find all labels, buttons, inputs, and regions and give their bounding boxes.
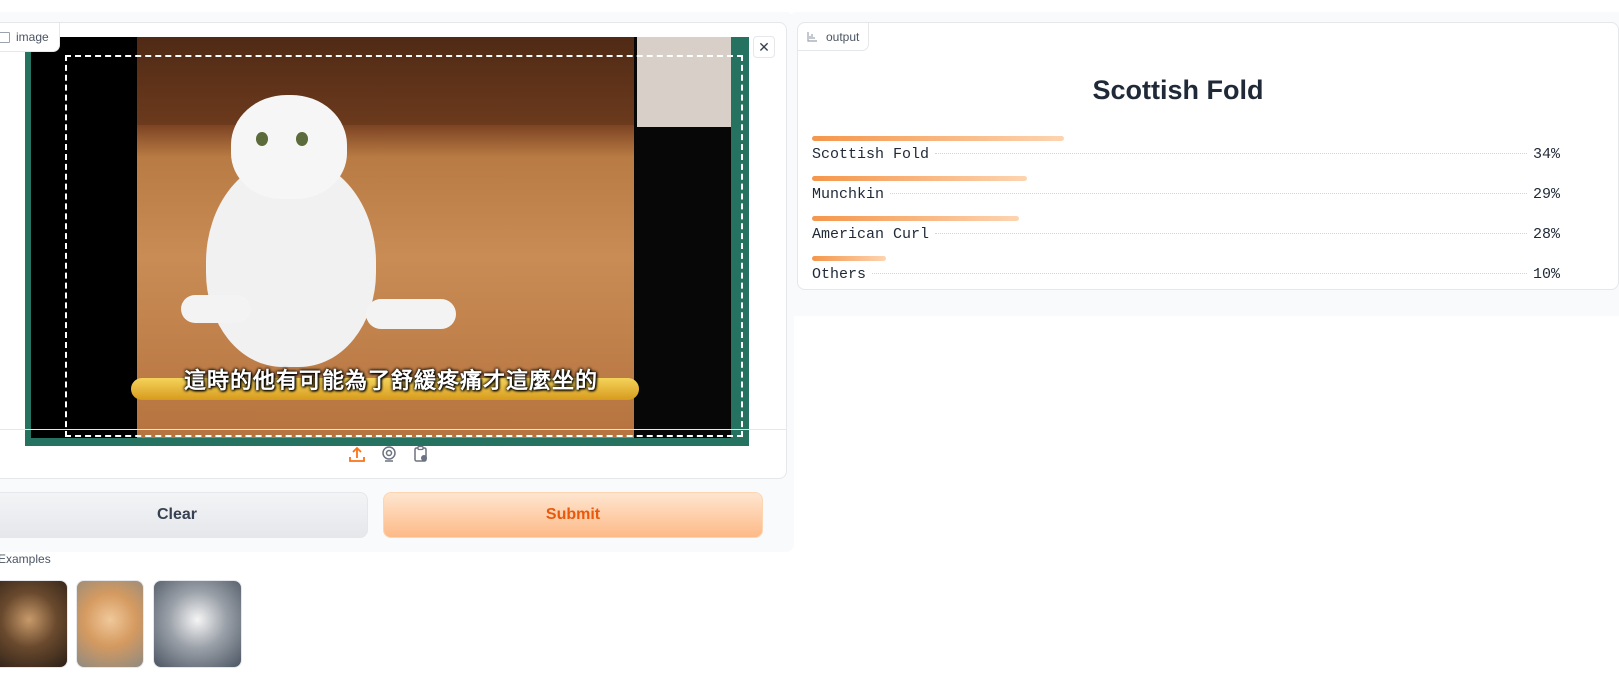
label-output-block: output Scottish Fold Scottish Fold 34% M… <box>797 22 1619 290</box>
confidence-label: Others <box>812 266 867 283</box>
output-label-text: output <box>826 29 860 44</box>
output-block-label: output <box>798 23 870 51</box>
confidence-label: Scottish Fold <box>812 146 930 163</box>
input-panel: image ✕ 這時的他有可能為了舒緩疼痛才這麼坐的 Clear Submit <box>0 12 794 552</box>
confidence-bar <box>812 216 1019 221</box>
webcam-icon[interactable] <box>379 444 399 464</box>
clear-image-button[interactable]: ✕ <box>753 36 775 58</box>
example-thumbnail-maine-coon[interactable] <box>0 580 68 668</box>
close-icon: ✕ <box>758 38 770 55</box>
chart-icon <box>807 32 817 42</box>
dotted-leader <box>890 193 1527 194</box>
confidence-item[interactable]: American Curl 28% <box>812 216 1560 256</box>
dotted-leader <box>935 233 1527 234</box>
confidence-label: American Curl <box>812 226 930 243</box>
clear-button[interactable]: Clear <box>0 492 368 538</box>
example-thumbnail-ragdoll[interactable] <box>153 580 242 668</box>
clipboard-icon[interactable] <box>411 444 431 464</box>
confidence-bar <box>812 136 1064 141</box>
upload-icon[interactable] <box>347 444 367 464</box>
confidence-value: 34% <box>1532 146 1560 163</box>
image-label-text: image <box>16 30 49 44</box>
image-source-toolbar <box>0 429 786 478</box>
confidence-item[interactable]: Others 10% <box>812 256 1560 296</box>
confidence-label: Munchkin <box>812 186 885 203</box>
crop-selection[interactable] <box>65 55 743 437</box>
confidence-bar <box>812 176 1027 181</box>
predicted-label: Scottish Fold <box>1092 75 1264 105</box>
confidence-item[interactable]: Scottish Fold 34% <box>812 136 1560 176</box>
confidence-bar <box>812 256 886 261</box>
image-input-block: image ✕ 這時的他有可能為了舒緩疼痛才這麼坐的 <box>0 22 787 479</box>
dotted-leader <box>935 153 1527 154</box>
confidence-item[interactable]: Munchkin 29% <box>812 176 1560 216</box>
uploaded-image[interactable]: 這時的他有可能為了舒緩疼痛才這麼坐的 <box>25 37 749 446</box>
submit-button[interactable]: Submit <box>383 492 763 538</box>
example-thumbnail-persian[interactable] <box>76 580 144 668</box>
confidence-value: 29% <box>1532 186 1560 203</box>
image-block-label: image <box>0 23 60 52</box>
dotted-leader <box>872 273 1527 274</box>
confidence-value: 28% <box>1532 226 1560 243</box>
image-icon <box>0 31 10 43</box>
confidence-list: Scottish Fold 34% Munchkin 29% American … <box>812 136 1560 296</box>
confidence-value: 10% <box>1532 266 1560 283</box>
examples-label: Examples <box>0 552 51 566</box>
output-panel: output Scottish Fold Scottish Fold 34% M… <box>789 12 1619 316</box>
